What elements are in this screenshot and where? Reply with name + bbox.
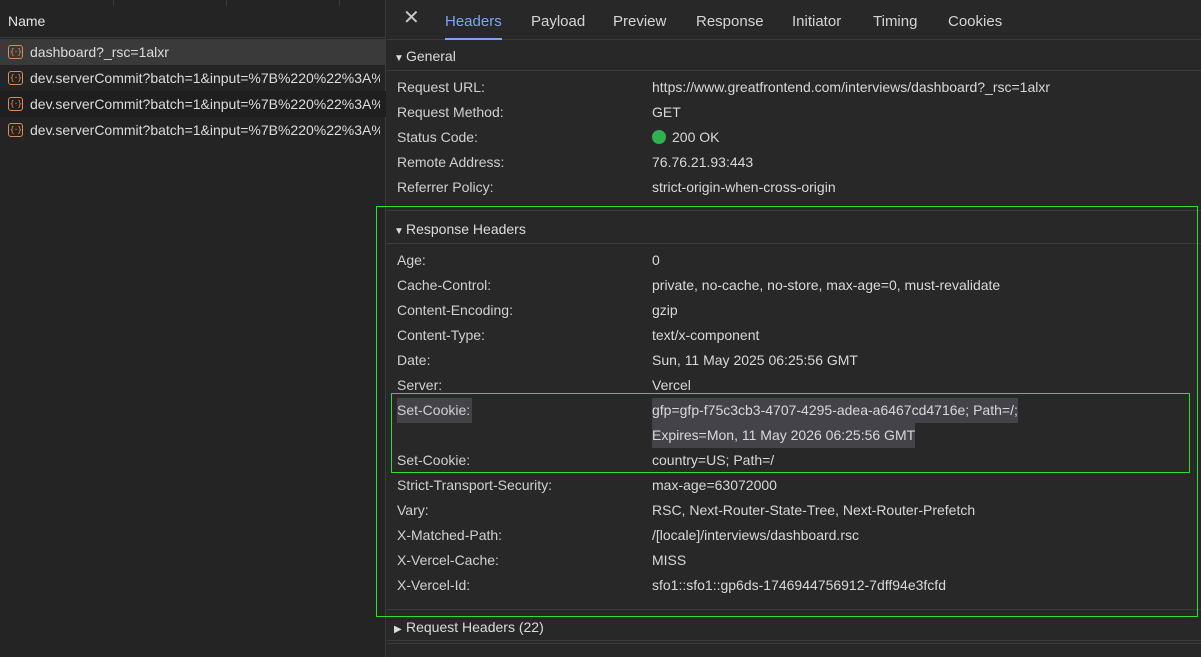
header-key: Content-Type: [397, 327, 485, 343]
tab-response[interactable]: Response [696, 13, 764, 40]
header-value[interactable]: 0 [652, 248, 660, 273]
header-key: X-Matched-Path: [397, 527, 503, 543]
header-value[interactable]: RSC, Next-Router-State-Tree, Next-Router… [652, 498, 975, 523]
request-row[interactable]: {·} dev.serverCommit?batch=1&input=%7B%2… [0, 117, 386, 143]
header-key: X-Vercel-Cache: [397, 552, 499, 568]
header-value[interactable]: sfo1::sfo1::gp6ds-1746944756912-7dff94e3… [652, 573, 946, 598]
header-value[interactable]: gfp=gfp-f75c3cb3-4707-4295-adea-a6467cd4… [652, 398, 1018, 423]
header-value[interactable]: MISS [652, 548, 686, 573]
fetch-icon: {·} [8, 97, 23, 111]
tab-headers[interactable]: Headers [445, 13, 502, 40]
headers-detail-panel: ✕ Headers Payload Preview Response Initi… [387, 0, 1201, 657]
request-name: dev.serverCommit?batch=1&input=%7B%220%2… [30, 122, 380, 138]
header-key: Date: [397, 352, 431, 368]
request-list-panel: Name {·} dashboard?_rsc=1alxr {·} dev.se… [0, 0, 386, 657]
header-key: Remote Address: [397, 154, 505, 170]
header-value[interactable]: /[locale]/interviews/dashboard.rsc [652, 523, 859, 548]
tab-preview[interactable]: Preview [613, 13, 666, 40]
header-key: Vary: [397, 502, 429, 518]
header-key: Set-Cookie: [397, 452, 471, 468]
header-key: Content-Encoding: [397, 302, 513, 318]
fetch-icon: {·} [8, 71, 23, 85]
header-key: Set-Cookie: [397, 398, 473, 423]
fetch-icon: {·} [8, 45, 23, 59]
header-value[interactable]: strict-origin-when-cross-origin [652, 175, 836, 200]
section-title: General [406, 48, 456, 64]
request-name: dev.serverCommit?batch=1&input=%7B%220%2… [30, 96, 380, 112]
header-key: Strict-Transport-Security: [397, 477, 553, 493]
header-value[interactable]: GET [652, 100, 681, 125]
request-row[interactable]: {·} dev.serverCommit?batch=1&input=%7B%2… [0, 65, 386, 91]
tab-cookies[interactable]: Cookies [948, 13, 1002, 40]
tab-initiator[interactable]: Initiator [792, 13, 841, 40]
status-ok-dot-icon [652, 130, 666, 144]
header-key: Referrer Policy: [397, 179, 494, 195]
tab-payload[interactable]: Payload [531, 13, 585, 40]
request-name: dashboard?_rsc=1alxr [30, 44, 169, 60]
general-section-toggle[interactable]: ▼ General [387, 41, 1201, 71]
header-value[interactable]: private, no-cache, no-store, max-age=0, … [652, 273, 1000, 298]
header-key: Age: [397, 252, 426, 268]
section-title: Response Headers [406, 221, 526, 237]
section-divider [387, 643, 1201, 644]
header-key: Server: [397, 377, 443, 393]
request-row[interactable]: {·} dev.serverCommit?batch=1&input=%7B%2… [0, 91, 386, 117]
header-value[interactable]: 76.76.21.93:443 [652, 150, 753, 175]
caret-down-icon: ▼ [394, 226, 404, 237]
caret-right-icon: ▶ [394, 624, 402, 635]
fetch-icon: {·} [8, 123, 23, 137]
status-text: 200 OK [672, 129, 720, 145]
header-value[interactable]: Sun, 11 May 2025 06:25:56 GMT [652, 348, 858, 373]
detail-tab-bar: ✕ Headers Payload Preview Response Initi… [387, 0, 1201, 40]
close-icon[interactable]: ✕ [403, 8, 423, 28]
header-key: Request URL: [397, 79, 485, 95]
section-title: Request Headers (22) [406, 619, 544, 635]
name-column-header[interactable]: Name [0, 6, 386, 38]
header-value[interactable]: Expires=Mon, 11 May 2026 06:25:56 GMT [652, 423, 916, 448]
header-value[interactable]: country=US; Path=/ [652, 448, 774, 473]
header-key: X-Vercel-Id: [397, 577, 471, 593]
header-key: Cache-Control: [397, 277, 492, 293]
request-row[interactable]: {·} dashboard?_rsc=1alxr [0, 39, 386, 65]
request-headers-section-toggle[interactable]: ▶ Request Headers (22) [387, 613, 1201, 641]
response-headers-section-toggle[interactable]: ▼ Response Headers [387, 214, 1201, 244]
header-value[interactable]: text/x-component [652, 323, 759, 348]
header-value[interactable]: max-age=63072000 [652, 473, 777, 498]
header-value[interactable]: Vercel [652, 373, 691, 398]
status-value[interactable]: 200 OK [652, 125, 719, 150]
caret-down-icon: ▼ [394, 53, 404, 64]
section-divider [387, 210, 1201, 211]
request-name: dev.serverCommit?batch=1&input=%7B%220%2… [30, 70, 380, 86]
tab-timing[interactable]: Timing [873, 13, 917, 40]
header-value[interactable]: https://www.greatfrontend.com/interviews… [652, 75, 1050, 100]
section-divider [387, 609, 1201, 610]
header-key: Status Code: [397, 129, 478, 145]
header-key: Request Method: [397, 104, 504, 120]
header-value[interactable]: gzip [652, 298, 678, 323]
